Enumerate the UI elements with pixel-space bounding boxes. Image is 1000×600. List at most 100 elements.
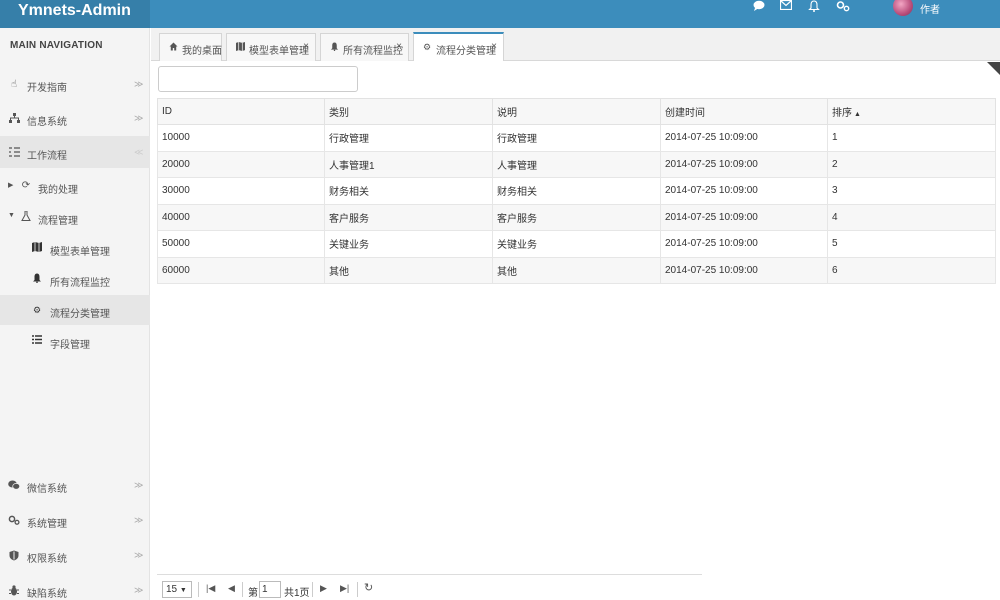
chat-icon[interactable]	[750, 0, 768, 14]
tab-desktop[interactable]: 我的桌面	[159, 33, 222, 61]
wechat-icon	[8, 480, 21, 492]
chevron-double-down-icon: ≫	[134, 550, 144, 560]
nav-header: MAIN NAVIGATION	[10, 40, 103, 51]
sidebar-item-permission[interactable]: 权限系统 ≫	[0, 539, 150, 571]
sidebar-item-label: 开发指南	[27, 83, 67, 94]
cell-id: 40000	[157, 203, 325, 231]
close-icon[interactable]: ×	[491, 41, 497, 52]
tab-process-monitor[interactable]: 所有流程监控 ×	[320, 33, 409, 61]
page-prefix-label: 第	[248, 588, 258, 599]
tab-label: 流程分类管理	[436, 46, 496, 57]
sidebar-item-label: 微信系统	[27, 484, 67, 495]
cell-category: 关键业务	[324, 230, 493, 258]
user-name[interactable]: 作者	[920, 1, 940, 16]
bell-icon[interactable]	[805, 0, 823, 14]
cell-category: 其他	[324, 256, 493, 284]
column-header-created-time[interactable]: 创建时间	[660, 98, 828, 125]
sort-ascending-icon: ▲	[854, 111, 861, 118]
cell-category: 财务相关	[324, 177, 493, 205]
column-header-description[interactable]: 说明	[492, 98, 661, 125]
map-icon	[31, 242, 43, 254]
sidebar-link-label: 模型表单管理	[50, 247, 110, 258]
table-row[interactable]: 50000 关键业务 关键业务 2014-07-25 10:09:00 5	[157, 230, 996, 258]
sidebar-item-label: 系统管理	[27, 519, 67, 530]
cell-category: 人事管理1	[324, 150, 493, 178]
sidebar-link-model-form[interactable]: 模型表单管理	[0, 233, 150, 263]
first-page-icon[interactable]: |◀	[206, 583, 215, 594]
sidebar-link-label: 流程分类管理	[50, 309, 110, 320]
user-avatar[interactable]	[893, 0, 913, 16]
table-row[interactable]: 60000 其他 其他 2014-07-25 10:09:00 6	[157, 256, 996, 284]
refresh-icon[interactable]: ↻	[364, 581, 373, 594]
gear-icon: ⚙	[423, 42, 432, 52]
cell-sort: 6	[827, 256, 996, 284]
sidebar-subitem-label: 我的处理	[38, 185, 78, 196]
cell-created-time: 2014-07-25 10:09:00	[660, 150, 828, 178]
close-icon[interactable]: ×	[303, 41, 309, 52]
sidebar-link-label: 所有流程监控	[50, 278, 110, 289]
column-header-id[interactable]: ID	[157, 98, 325, 125]
cell-description: 客户服务	[492, 203, 661, 231]
total-pages-label: 共1页	[284, 588, 310, 599]
tab-model-form[interactable]: 模型表单管理 ×	[226, 33, 316, 61]
envelope-icon[interactable]	[777, 0, 795, 14]
shield-icon	[8, 550, 20, 562]
sidebar-subitem-process-mgmt[interactable]: ▼ 流程管理	[0, 202, 150, 232]
next-page-icon[interactable]: ▶	[320, 583, 327, 594]
sidebar-item-label: 缺陷系统	[27, 589, 67, 600]
cell-category: 行政管理	[324, 124, 493, 152]
sidebar-item-wechat[interactable]: 微信系统 ≫	[0, 469, 150, 501]
sidebar-item-system[interactable]: 系统管理 ≫	[0, 504, 150, 536]
prev-page-icon[interactable]: ◀	[228, 583, 235, 594]
sidebar-subitem-label: 流程管理	[38, 216, 78, 227]
cell-sort: 1	[827, 124, 996, 152]
search-input[interactable]	[158, 66, 358, 92]
cell-created-time: 2014-07-25 10:09:00	[660, 203, 828, 231]
tab-label: 所有流程监控	[343, 46, 403, 57]
page-size-select[interactable]: 15 ▼	[162, 581, 192, 598]
chevron-double-down-icon: ≫	[134, 113, 144, 123]
last-page-icon[interactable]: ▶|	[340, 583, 349, 594]
panel-corner-marker	[987, 62, 1000, 75]
cell-description: 其他	[492, 256, 661, 284]
sidebar-link-process-monitor[interactable]: 所有流程监控	[0, 264, 150, 294]
tab-process-category[interactable]: ⚙ 流程分类管理 ×	[413, 32, 504, 61]
close-icon[interactable]: ×	[396, 41, 402, 52]
caret-right-icon: ▶	[8, 182, 14, 189]
divider	[357, 582, 358, 597]
chevron-double-down-icon: ≫	[134, 585, 144, 595]
grid-header-row: ID 类别 说明 创建时间 排序 ▲	[157, 98, 996, 125]
chevron-double-down-icon: ≫	[134, 515, 144, 525]
sidebar-item-info[interactable]: 信息系统 ≫	[0, 102, 150, 134]
cell-sort: 2	[827, 150, 996, 178]
cell-created-time: 2014-07-25 10:09:00	[660, 177, 828, 205]
sidebar-item-guide[interactable]: ☝ 开发指南 ≫	[0, 68, 150, 100]
sidebar-link-process-category[interactable]: ⚙ 流程分类管理	[0, 295, 150, 325]
brand-logo[interactable]: Ymnets-Admin	[0, 0, 150, 28]
cell-created-time: 2014-07-25 10:09:00	[660, 124, 828, 152]
sidebar-item-label: 信息系统	[27, 117, 67, 128]
column-header-category[interactable]: 类别	[324, 98, 493, 125]
sidebar-subitem-my-tasks[interactable]: ▶ ⟳ 我的处理	[0, 171, 150, 201]
list-indent-icon	[8, 147, 20, 159]
list-icon	[31, 335, 43, 347]
sidebar-item-defect[interactable]: 缺陷系统 ≫	[0, 574, 150, 600]
sidebar-item-workflow[interactable]: 工作流程 ≪	[0, 136, 150, 168]
table-row[interactable]: 30000 财务相关 财务相关 2014-07-25 10:09:00 3	[157, 177, 996, 205]
caret-down-icon: ▼	[8, 212, 15, 219]
tab-label: 模型表单管理	[249, 46, 309, 57]
home-icon	[169, 42, 178, 53]
table-row[interactable]: 20000 人事管理1 人事管理 2014-07-25 10:09:00 2	[157, 150, 996, 178]
page-number-input[interactable]: 1	[259, 581, 281, 598]
table-row[interactable]: 10000 行政管理 行政管理 2014-07-25 10:09:00 1	[157, 124, 996, 152]
column-header-sort[interactable]: 排序 ▲	[827, 98, 996, 125]
cell-description: 关键业务	[492, 230, 661, 258]
hand-pointer-icon: ☝	[10, 79, 18, 90]
settings-icon[interactable]	[834, 0, 852, 14]
sidebar-link-field-mgmt[interactable]: 字段管理	[0, 326, 150, 356]
cell-sort: 4	[827, 203, 996, 231]
cell-sort: 5	[827, 230, 996, 258]
cell-id: 60000	[157, 256, 325, 284]
table-row[interactable]: 40000 客户服务 客户服务 2014-07-25 10:09:00 4	[157, 203, 996, 231]
tab-bar: 我的桌面 模型表单管理 × 所有流程监控 × ⚙ 流程分类管理 ×	[151, 28, 1000, 61]
